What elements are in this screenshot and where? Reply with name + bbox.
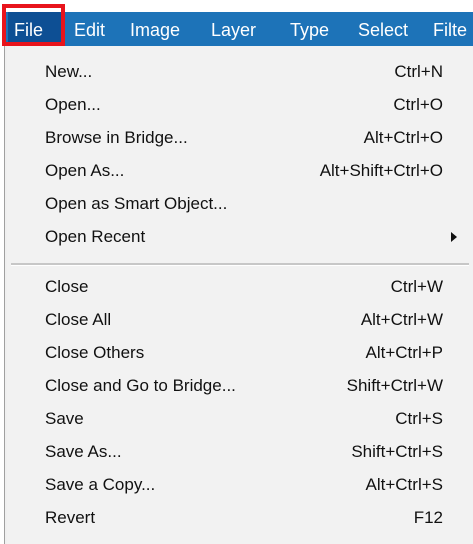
menu-item-shortcut: Ctrl+W [390, 277, 443, 296]
menu-item-label: Close Others [45, 343, 145, 362]
menu-item-close-all[interactable]: Close All Alt+Ctrl+W [7, 303, 473, 336]
menu-item-open-as-smart-object[interactable]: Open as Smart Object... [7, 187, 473, 220]
chevron-right-icon [451, 232, 457, 242]
menu-filter[interactable]: Filte [433, 12, 467, 46]
menu-item-close[interactable]: Close Ctrl+W [7, 270, 473, 303]
menu-item-shortcut: Ctrl+N [394, 62, 443, 81]
app-window: File Edit Image Layer Type Select Filte … [0, 0, 473, 544]
file-menu-dropdown: New... Ctrl+N Open... Ctrl+O Browse in B… [4, 46, 473, 544]
menu-item-shortcut: Ctrl+S [395, 409, 443, 428]
menu-item-close-and-go-to-bridge[interactable]: Close and Go to Bridge... Shift+Ctrl+W [7, 369, 473, 402]
menu-item-label: Save [45, 409, 84, 428]
menu-edit[interactable]: Edit [74, 12, 105, 46]
menu-item-shortcut: Alt+Ctrl+S [365, 475, 443, 494]
menu-item-open[interactable]: Open... Ctrl+O [7, 88, 473, 121]
menu-select[interactable]: Select [358, 12, 408, 46]
menu-item-label: Open as Smart Object... [45, 194, 228, 213]
menu-item-label: Save a Copy... [45, 475, 156, 494]
menu-item-label: Save As... [45, 442, 122, 461]
menu-item-shortcut: Alt+Shift+Ctrl+O [319, 161, 443, 180]
menu-item-browse-in-bridge[interactable]: Browse in Bridge... Alt+Ctrl+O [7, 121, 473, 154]
menu-separator [11, 263, 469, 266]
menu-item-label: Close and Go to Bridge... [45, 376, 236, 395]
menu-layer[interactable]: Layer [211, 12, 256, 46]
file-menu-panel: New... Ctrl+N Open... Ctrl+O Browse in B… [7, 46, 473, 544]
menu-item-label: Close [45, 277, 89, 296]
menu-item-save-as[interactable]: Save As... Shift+Ctrl+S [7, 435, 473, 468]
menu-item-label: Open As... [45, 161, 125, 180]
menu-item-shortcut: Shift+Ctrl+S [351, 442, 443, 461]
menu-type[interactable]: Type [290, 12, 329, 46]
menu-item-label: Browse in Bridge... [45, 128, 188, 147]
menu-item-shortcut: Alt+Ctrl+O [363, 128, 443, 147]
menu-item-label: Revert [45, 508, 96, 527]
menu-item-label: Open Recent [45, 227, 146, 246]
menu-bar: File Edit Image Layer Type Select Filte [0, 0, 473, 46]
menu-item-shortcut: Shift+Ctrl+W [346, 376, 443, 395]
menu-item-shortcut: Alt+Ctrl+W [360, 310, 443, 329]
menu-item-label: Open... [45, 95, 101, 114]
menu-item-close-others[interactable]: Close Others Alt+Ctrl+P [7, 336, 473, 369]
menu-item-save-a-copy[interactable]: Save a Copy... Alt+Ctrl+S [7, 468, 473, 501]
menu-item-shortcut: Alt+Ctrl+P [365, 343, 443, 362]
menu-item-open-recent[interactable]: Open Recent [7, 220, 473, 253]
menu-file[interactable]: File [8, 12, 61, 46]
menu-item-save[interactable]: Save Ctrl+S [7, 402, 473, 435]
menu-item-shortcut: F12 [413, 508, 443, 527]
menu-item-shortcut: Ctrl+O [393, 95, 443, 114]
menu-item-revert[interactable]: Revert F12 [7, 501, 473, 534]
menu-image[interactable]: Image [130, 12, 180, 46]
menu-item-open-as[interactable]: Open As... Alt+Shift+Ctrl+O [7, 154, 473, 187]
menu-item-new[interactable]: New... Ctrl+N [7, 55, 473, 88]
menu-item-label: Close All [45, 310, 112, 329]
menu-item-label: New... [45, 62, 93, 81]
